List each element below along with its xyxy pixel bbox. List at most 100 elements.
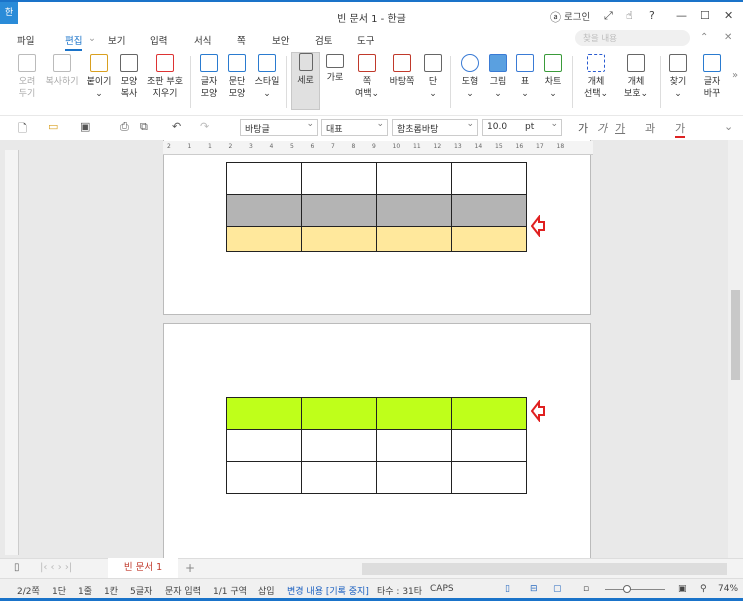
horizontal-ruler[interactable]: 2 1 1 2 3 4 5 6 7 8 9 10 11 12 13 14 15 16 17 18 — [163, 141, 593, 155]
language-select[interactable]: 대표 — [321, 119, 388, 136]
menu-view[interactable]: 보기 — [108, 33, 125, 47]
menu-file[interactable]: 파일 — [17, 33, 34, 47]
table-cell[interactable] — [376, 226, 452, 252]
status-input-mode[interactable]: 문자 입력 — [165, 584, 201, 597]
landscape-button[interactable]: 가로 — [322, 54, 348, 84]
close-button[interactable]: ✕ — [724, 9, 733, 22]
table-cell[interactable] — [301, 194, 377, 227]
search-input[interactable]: 찾을 내용 — [575, 30, 690, 46]
touch-icon[interactable]: ☝ — [626, 9, 633, 22]
close-ribbon-icon[interactable]: ✕ — [724, 32, 732, 43]
menu-security[interactable]: 보안 — [272, 33, 289, 47]
collapse-ribbon-icon[interactable]: ⌃ — [700, 32, 708, 43]
table-cell[interactable] — [451, 162, 527, 195]
table-cell[interactable] — [226, 194, 302, 227]
menu-edit[interactable]: 편집 — [65, 33, 83, 51]
style-button[interactable]: 스타일 ⌄ — [252, 54, 282, 100]
view-page-icon[interactable]: ▢ — [553, 584, 562, 594]
strikethrough-button[interactable]: 과 — [645, 120, 655, 136]
table-cell[interactable] — [226, 429, 302, 462]
user-icon[interactable]: ⓐ — [550, 9, 561, 25]
print-icon[interactable]: ⎙ — [120, 120, 129, 134]
page-margin-button[interactable]: 쪽 여백⌄ — [352, 54, 382, 100]
table-cell[interactable] — [451, 397, 527, 430]
table-cell[interactable] — [451, 429, 527, 462]
magnifier-icon[interactable]: ⚲ — [700, 584, 707, 594]
document-area[interactable] — [0, 140, 728, 558]
zoom-level[interactable]: 74% — [718, 584, 738, 594]
status-track-changes[interactable]: 변경 내용 [기록 중지] — [287, 584, 369, 597]
font-size-input[interactable]: 10.0 pt — [482, 119, 562, 136]
zoom-out-icon[interactable]: ▫ — [583, 584, 589, 594]
paste-button[interactable]: 붙이기 ⌄ — [84, 54, 114, 100]
object-protect-button[interactable]: 개체 보호⌄ — [620, 54, 652, 100]
minimize-button[interactable]: — — [676, 9, 687, 22]
format-painter-button[interactable]: 모양 복사 — [116, 54, 142, 100]
font-color-button[interactable]: 가 — [675, 120, 686, 138]
table-2[interactable] — [226, 397, 527, 494]
menu-page[interactable]: 쪽 — [237, 33, 246, 47]
zoom-slider[interactable] — [605, 585, 665, 593]
toolbar-more-icon[interactable]: ⌄ — [724, 120, 733, 133]
table-cell[interactable] — [376, 194, 452, 227]
help-button[interactable]: ? — [649, 9, 655, 22]
chart-button[interactable]: 차트 ⌄ — [540, 54, 566, 100]
status-insert[interactable]: 삽입 — [258, 584, 275, 597]
table-cell[interactable] — [451, 461, 527, 494]
ribbon-more-icon[interactable]: » — [732, 70, 738, 81]
vertical-scrollbar[interactable] — [728, 140, 743, 558]
underline-button[interactable]: 가 — [615, 120, 625, 136]
save-icon[interactable]: ▣ — [80, 120, 90, 133]
undo-icon[interactable]: ↶ — [172, 120, 181, 133]
table-cell[interactable] — [376, 397, 452, 430]
table-cell[interactable] — [226, 397, 302, 430]
document-tab[interactable]: 빈 문서 1 — [108, 558, 178, 578]
char-shape-button[interactable]: 글자 모양 — [196, 54, 222, 100]
table-cell[interactable] — [301, 429, 377, 462]
menu-insert[interactable]: 입력 — [150, 33, 167, 47]
redo-icon[interactable]: ↷ — [200, 120, 209, 133]
table-cell[interactable] — [301, 461, 377, 494]
picture-button[interactable]: 그림 ⌄ — [485, 54, 511, 100]
scroll-thumb[interactable] — [731, 290, 740, 380]
zoom-in-icon[interactable]: ▣ — [678, 584, 687, 594]
menu-format[interactable]: 서식 — [194, 33, 211, 47]
style-select[interactable]: 바탕글 — [240, 119, 318, 136]
copy-button[interactable]: 복사하기 — [42, 54, 82, 88]
table-cell[interactable] — [226, 162, 302, 195]
italic-button[interactable]: 가 — [597, 120, 607, 136]
menu-review[interactable]: 검토 — [315, 33, 332, 47]
add-tab-button[interactable]: + — [185, 561, 195, 575]
object-select-button[interactable]: 개체 선택⌄ — [580, 54, 612, 100]
print-preview-icon[interactable]: ⧉ — [140, 120, 148, 134]
table-cell[interactable] — [226, 461, 302, 494]
portrait-button[interactable]: 세로 — [291, 52, 320, 110]
bold-button[interactable]: 가 — [578, 120, 588, 136]
table-cell[interactable] — [301, 162, 377, 195]
table-cell[interactable] — [451, 194, 527, 227]
zoom-slider-thumb[interactable] — [623, 585, 631, 593]
table-cell[interactable] — [451, 226, 527, 252]
maximize-button[interactable]: ☐ — [700, 9, 710, 22]
table-button[interactable]: 표 ⌄ — [513, 54, 537, 100]
login-button[interactable]: 로그인 — [564, 9, 590, 23]
view-fit-width-icon[interactable]: ⊟ — [530, 584, 538, 594]
vertical-ruler[interactable] — [5, 150, 19, 555]
font-select[interactable]: 함초롬바탕 — [392, 119, 478, 136]
clear-codes-button[interactable]: 조판 부호 지우기 — [145, 54, 185, 100]
replace-button[interactable]: 글자 바꾸 — [700, 54, 724, 100]
table-1[interactable] — [226, 162, 527, 252]
page-view-icon[interactable]: ▯ — [14, 562, 20, 573]
master-page-button[interactable]: 바탕쪽 — [386, 54, 418, 88]
new-document-icon[interactable]: 🗋 — [18, 120, 27, 139]
table-cell[interactable] — [226, 226, 302, 252]
horizontal-scrollbar[interactable] — [362, 563, 727, 575]
cut-button[interactable]: 오려 두기 — [12, 54, 42, 100]
table-cell[interactable] — [376, 162, 452, 195]
find-button[interactable]: 찾기 ⌄ — [666, 54, 690, 100]
shape-button[interactable]: 도형 ⌄ — [457, 54, 483, 100]
columns-button[interactable]: 단 ⌄ — [422, 54, 444, 100]
view-normal-icon[interactable]: ▯ — [505, 584, 510, 594]
menu-tools[interactable]: 도구 — [357, 33, 374, 47]
open-folder-icon[interactable]: ▭ — [48, 120, 58, 133]
